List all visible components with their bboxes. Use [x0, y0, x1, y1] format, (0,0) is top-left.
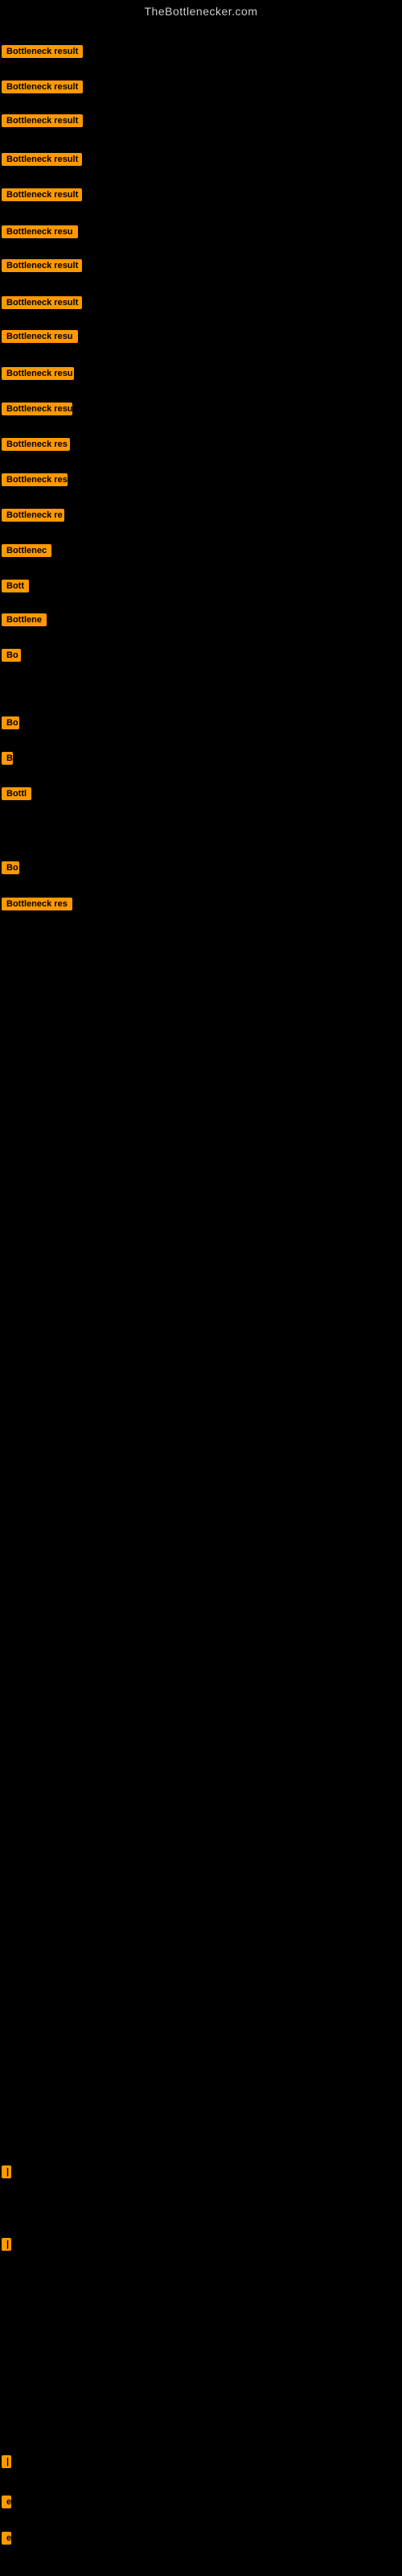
- badge-item-13: Bottleneck res: [2, 473, 68, 490]
- site-title: TheBottlenecker.com: [0, 0, 402, 21]
- badge-label-16: Bott: [2, 580, 29, 592]
- badge-item-6: Bottleneck resu: [2, 225, 78, 242]
- badge-item-28: e: [2, 2532, 11, 2549]
- badge-label-17: Bottlene: [2, 613, 47, 626]
- badge-item-4: Bottleneck result: [2, 153, 82, 170]
- badge-item-11: Bottleneck resu: [2, 402, 72, 419]
- badge-item-1: Bottleneck result: [2, 45, 83, 62]
- badge-item-3: Bottleneck result: [2, 114, 83, 131]
- badge-label-26: |: [2, 2455, 11, 2468]
- badge-label-19: Bo: [2, 716, 19, 729]
- badge-label-14: Bottleneck re: [2, 509, 64, 522]
- badge-item-10: Bottleneck resu: [2, 367, 74, 384]
- badge-item-7: Bottleneck result: [2, 259, 82, 276]
- badge-item-8: Bottleneck result: [2, 296, 82, 313]
- badge-item-9: Bottleneck resu: [2, 330, 78, 347]
- badge-label-18: Bo: [2, 649, 21, 662]
- badge-item-18: Bo: [2, 649, 21, 666]
- badge-item-19: Bo: [2, 716, 19, 733]
- badge-label-21: Bottl: [2, 787, 31, 800]
- badge-item-25: |: [2, 2238, 11, 2255]
- badge-item-15: Bottlenec: [2, 544, 51, 561]
- badge-label-10: Bottleneck resu: [2, 367, 74, 380]
- badge-label-9: Bottleneck resu: [2, 330, 78, 343]
- badge-label-25: |: [2, 2238, 11, 2251]
- badge-label-6: Bottleneck resu: [2, 225, 78, 238]
- badge-label-28: e: [2, 2532, 11, 2545]
- badge-label-11: Bottleneck resu: [2, 402, 72, 415]
- badge-item-16: Bott: [2, 580, 29, 597]
- badge-label-5: Bottleneck result: [2, 188, 82, 201]
- badge-label-3: Bottleneck result: [2, 114, 83, 127]
- badge-item-23: Bottleneck res: [2, 898, 72, 914]
- badge-label-1: Bottleneck result: [2, 45, 83, 58]
- badge-label-23: Bottleneck res: [2, 898, 72, 910]
- badge-label-27: e: [2, 2496, 11, 2508]
- badge-item-2: Bottleneck result: [2, 80, 83, 97]
- badge-item-20: B: [2, 752, 13, 769]
- badge-label-12: Bottleneck res: [2, 438, 70, 451]
- badge-label-24: |: [2, 2165, 11, 2178]
- badge-item-14: Bottleneck re: [2, 509, 64, 526]
- badge-label-13: Bottleneck res: [2, 473, 68, 486]
- badge-label-22: Bo: [2, 861, 19, 874]
- badge-item-26: |: [2, 2455, 11, 2472]
- badge-label-7: Bottleneck result: [2, 259, 82, 272]
- badge-item-21: Bottl: [2, 787, 31, 804]
- badge-label-20: B: [2, 752, 13, 765]
- badge-item-5: Bottleneck result: [2, 188, 82, 205]
- badge-label-2: Bottleneck result: [2, 80, 83, 93]
- badge-item-22: Bo: [2, 861, 19, 878]
- badge-item-24: |: [2, 2165, 11, 2182]
- badge-label-4: Bottleneck result: [2, 153, 82, 166]
- badge-item-12: Bottleneck res: [2, 438, 70, 455]
- badge-item-17: Bottlene: [2, 613, 47, 630]
- badge-label-15: Bottlenec: [2, 544, 51, 557]
- badge-label-8: Bottleneck result: [2, 296, 82, 309]
- badge-item-27: e: [2, 2496, 11, 2512]
